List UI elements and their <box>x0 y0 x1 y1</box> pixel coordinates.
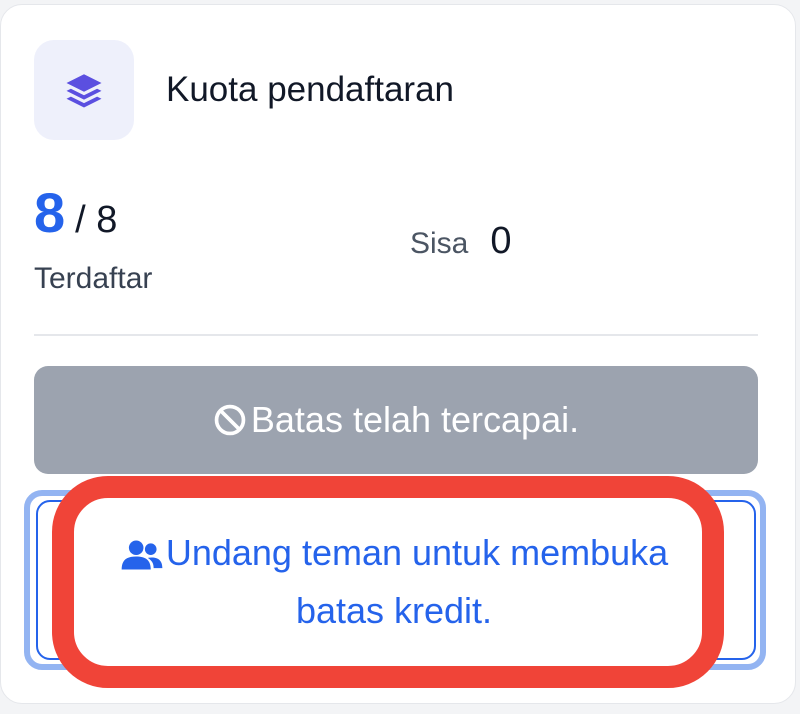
registered-number: 8 <box>34 181 66 244</box>
registered-count: 8 / 8 <box>34 180 117 245</box>
remaining-stat: Sisa 0 <box>410 220 512 263</box>
registered-total: / 8 <box>75 199 118 241</box>
remaining-label: Sisa <box>410 227 469 260</box>
ban-icon <box>214 404 246 436</box>
limit-reached-button[interactable]: Batas telah tercapai. <box>34 366 758 474</box>
limit-reached-label: Batas telah tercapai. <box>250 399 580 440</box>
users-icon <box>121 540 163 570</box>
card-title: Kuota pendaftaran <box>166 70 455 109</box>
remaining-value: 0 <box>490 220 512 262</box>
layers-icon <box>66 74 102 108</box>
invite-button-content[interactable]: Undang teman untuk membuka batas kredit. <box>74 524 714 640</box>
registered-label: Terdaftar <box>34 262 153 295</box>
divider <box>34 334 758 336</box>
invite-button-label: Undang teman untuk membuka batas kredit. <box>165 532 669 631</box>
layers-icon-container <box>34 40 134 140</box>
